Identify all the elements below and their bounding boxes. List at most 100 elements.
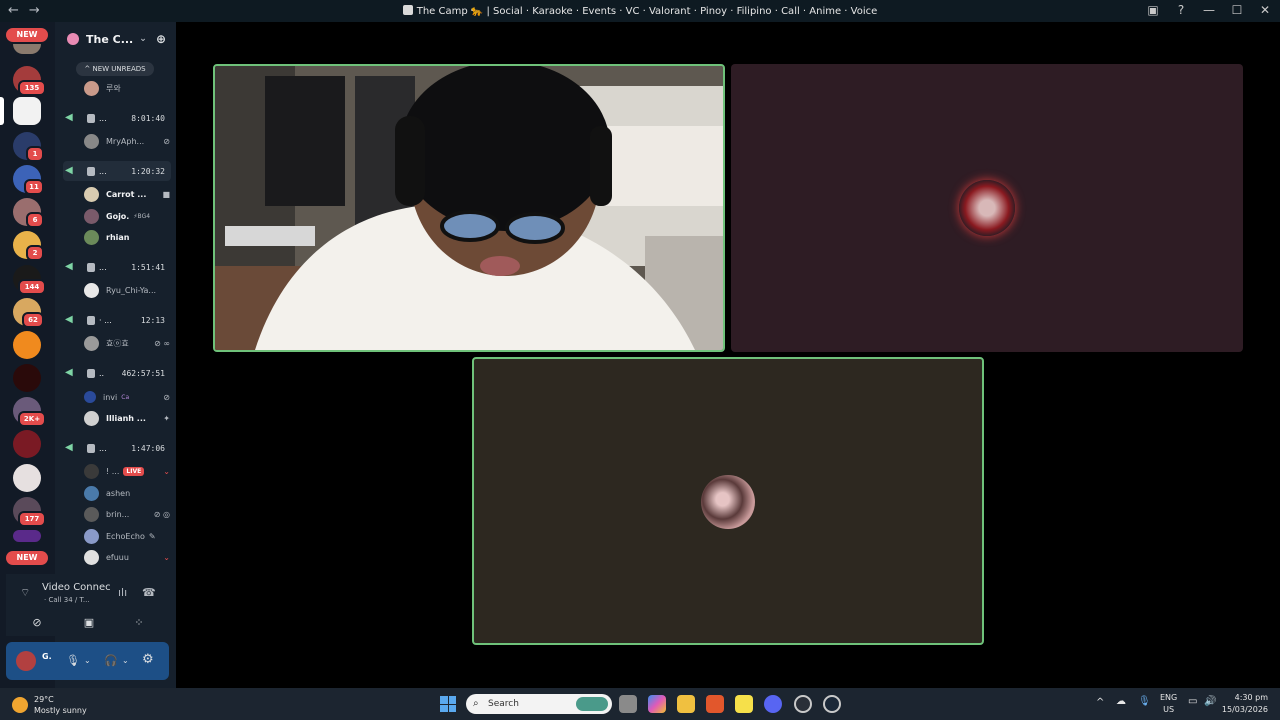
user-tag: Ca (121, 393, 130, 401)
lock-icon (87, 262, 95, 272)
video-tile-participant[interactable] (472, 357, 984, 645)
screen-share-icon[interactable]: ▣ (76, 614, 102, 632)
chevron-down-icon[interactable]: ⌄ (163, 467, 170, 476)
steam-icon[interactable] (823, 695, 841, 713)
user-name: efuuu (106, 552, 129, 562)
user-name[interactable]: G. (42, 652, 52, 661)
chevron-down-icon: ⌄ (139, 34, 147, 44)
camera-icon: ■ (162, 189, 170, 199)
unread-badge: 1 (26, 146, 44, 162)
new-pill-bottom[interactable]: NEW (6, 551, 48, 565)
inbox-icon[interactable]: ▣ (1146, 3, 1160, 17)
new-unreads-button[interactable]: ^ NEW UNREADS (76, 62, 154, 76)
language-indicator[interactable]: ENG US (1160, 692, 1177, 716)
user-name: Illianh ... (106, 413, 146, 423)
voice-user[interactable]: Carrot ... ■ (84, 184, 170, 204)
server-icon[interactable] (13, 430, 41, 458)
channel-timer: 12:13 (140, 315, 165, 325)
signal-icon[interactable]: ⌔ (20, 586, 30, 600)
sticky-notes-icon[interactable] (735, 695, 753, 713)
guild-name: The C... (86, 32, 134, 46)
voice-user[interactable]: rhian (84, 227, 170, 247)
voice-user[interactable]: brin... ⊘ ◎ (84, 504, 170, 524)
taskbar-search[interactable]: ⌕ Search (466, 694, 612, 714)
server-icon-the-camp[interactable] (13, 97, 41, 125)
temperature: 29°C (34, 695, 54, 704)
user-name: Gojo. (106, 211, 130, 221)
avatar (84, 506, 99, 522)
new-pill-top[interactable]: NEW (6, 28, 48, 42)
voice-channel[interactable]: ◀ ... 1:51:41 (63, 257, 171, 277)
microphone-icon[interactable]: 🎙 (66, 654, 80, 667)
server-icon[interactable] (13, 530, 41, 542)
file-explorer-icon[interactable] (677, 695, 695, 713)
voice-user[interactable]: Ryu_Chi-Ya... (84, 280, 170, 300)
server-logo-icon (402, 5, 413, 15)
activity-icon: ✦ (163, 413, 170, 423)
minimize-button[interactable]: — (1202, 3, 1216, 17)
chevron-down-icon[interactable]: ⌄ (163, 553, 170, 562)
language-code: ENG (1160, 693, 1178, 702)
system-clock[interactable]: 4:30 pm 15/03/2026 (1222, 692, 1268, 716)
user-avatar[interactable] (16, 651, 36, 671)
tray-chevron-icon[interactable]: ^ (1096, 697, 1104, 708)
task-view-icon[interactable] (619, 695, 637, 713)
onedrive-icon[interactable]: ☁ (1116, 696, 1126, 707)
settings-gear-icon[interactable]: ⚙ (142, 652, 154, 667)
network-icon[interactable]: ▭ (1188, 696, 1197, 707)
voice-channel[interactable]: ◀ .. 462:57:51 (63, 363, 171, 383)
user-name: Carrot ... (106, 189, 147, 199)
channel-timer: 8:01:40 (131, 113, 165, 123)
voice-user[interactable]: 효ⓞ효 ⊘ ∞ (84, 333, 170, 353)
voice-user[interactable]: efuuu ⌄ (84, 547, 170, 567)
voice-user[interactable]: ! ... LIVE ⌄ (84, 461, 170, 481)
channel-timer: 462:57:51 (121, 368, 165, 378)
noise-suppression-icon[interactable]: ılı (118, 586, 127, 599)
voice-channel[interactable]: ◀ ... 1:47:06 (63, 438, 171, 458)
server-icon[interactable] (13, 331, 41, 359)
camera-off-icon[interactable]: ⊘ (24, 614, 50, 632)
help-icon[interactable]: ? (1174, 3, 1188, 17)
weather-widget[interactable]: 29°C Mostly sunny (12, 694, 87, 716)
activities-icon[interactable]: ⁘ (126, 614, 152, 632)
microphone-icon[interactable]: 🎙 (1138, 696, 1151, 707)
close-button[interactable]: ✕ (1258, 3, 1272, 17)
server-icon[interactable] (13, 44, 41, 54)
voice-user[interactable]: EchoEcho ✎ (84, 526, 170, 546)
start-button[interactable] (440, 696, 456, 712)
disconnect-icon[interactable]: ☎ (142, 586, 156, 599)
video-tile-camera[interactable] (213, 64, 725, 352)
lock-icon (87, 113, 95, 123)
copilot-icon[interactable] (648, 695, 666, 713)
voice-channel[interactable]: ◀ ... 8:01:40 (63, 108, 171, 128)
voice-channel-info[interactable]: · Call 34 / T... (44, 596, 90, 604)
guild-header[interactable]: The C... ⌄ ⊕ (55, 22, 176, 56)
video-tile-participant[interactable] (731, 64, 1243, 352)
brave-browser-icon[interactable] (706, 695, 724, 713)
participant-avatar (959, 180, 1015, 236)
chevron-down-icon[interactable]: ⌄ (122, 656, 129, 665)
channel-timer: 1:51:41 (131, 262, 165, 272)
voice-user[interactable]: 루와 (84, 78, 170, 98)
discord-icon[interactable] (764, 695, 782, 713)
voice-user[interactable]: invi Ca ⊘ (84, 387, 170, 407)
voice-channel[interactable]: ◀ ... 1:20:32 (63, 161, 171, 181)
volume-icon[interactable]: 🔊 (1204, 696, 1216, 707)
voice-channel[interactable]: ◀ · ... 12:13 (63, 310, 171, 330)
speaker-icon: ◀ (65, 165, 73, 176)
user-name: brin... (106, 509, 130, 519)
server-icon[interactable] (13, 364, 41, 392)
maximize-button[interactable]: ☐ (1230, 3, 1244, 17)
app-icon[interactable] (794, 695, 812, 713)
unread-badge: 144 (18, 279, 46, 295)
server-icon[interactable] (13, 464, 41, 492)
voice-user[interactable]: ashen (84, 483, 170, 503)
headphones-icon[interactable]: 🎧 (104, 654, 118, 667)
avatar (84, 391, 96, 403)
voice-user[interactable]: MryAph... ⊘ (84, 131, 170, 151)
chevron-down-icon[interactable]: ⌄ (84, 656, 91, 665)
voice-user[interactable]: Illianh ... ✦ (84, 408, 170, 428)
voice-user[interactable]: Gojo. ⚡BG4 (84, 206, 170, 226)
add-member-icon[interactable]: ⊕ (156, 32, 166, 46)
voice-connection-panel: ⌔ Video Connec · Call 34 / T... ılı ☎ ⊘ … (6, 574, 170, 636)
